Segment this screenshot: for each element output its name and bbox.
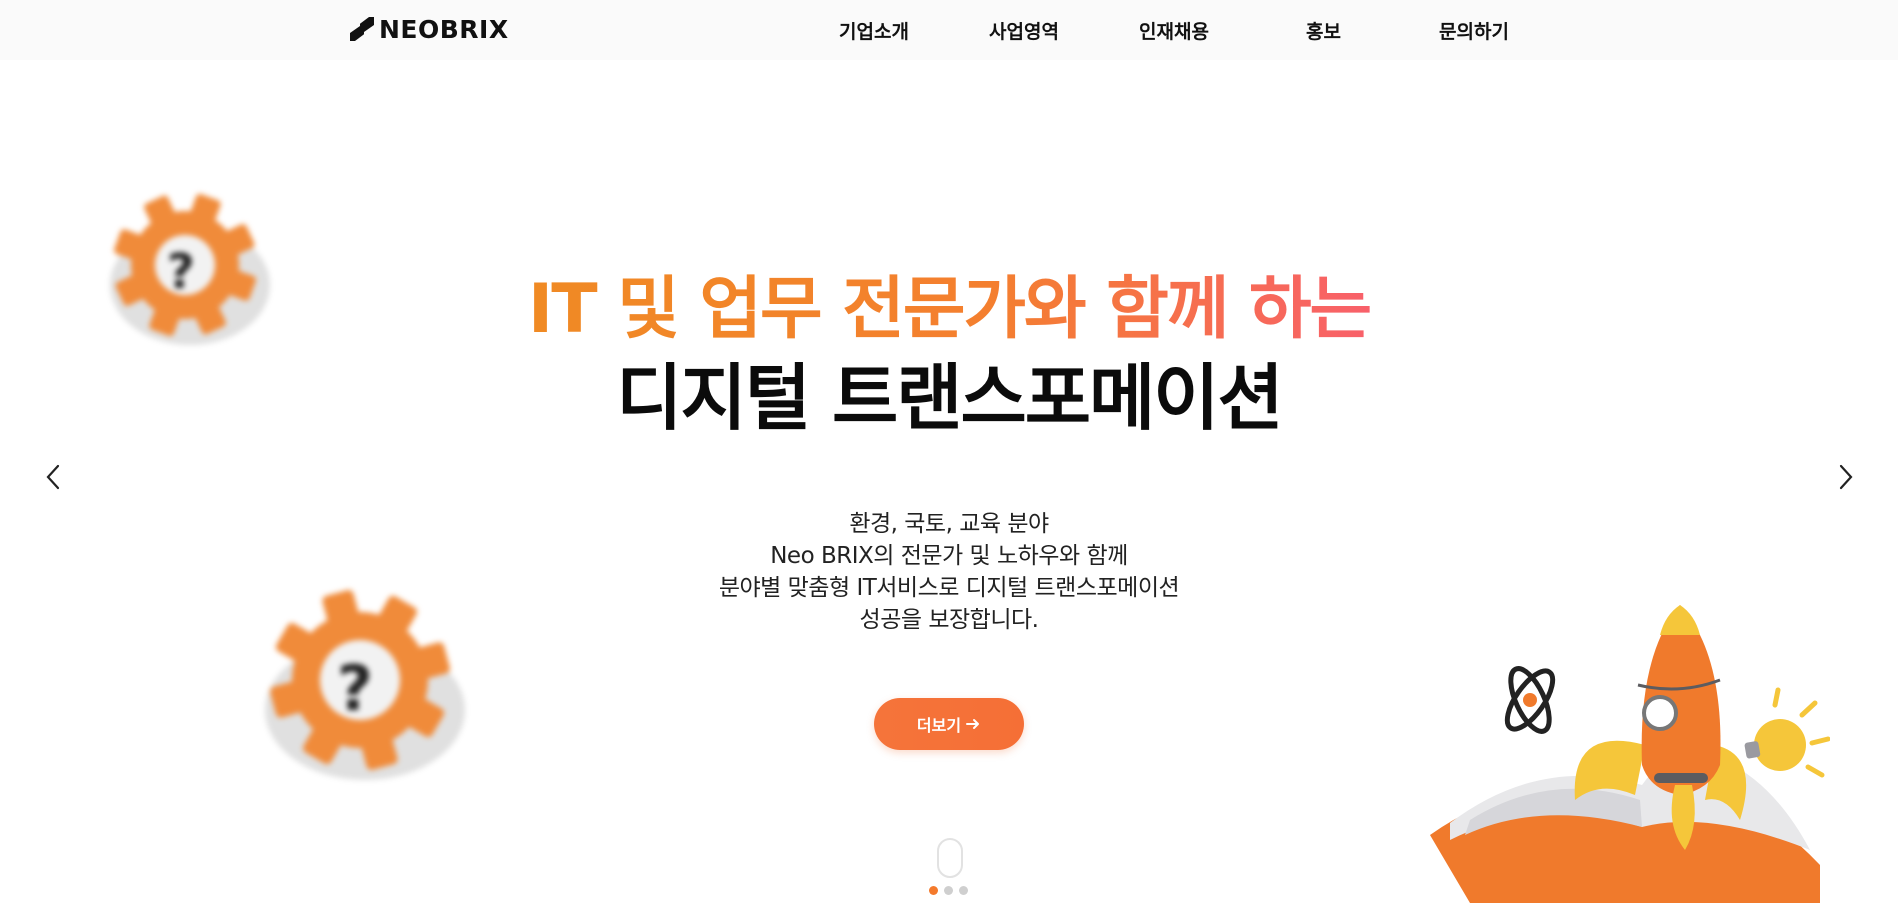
hero-description-line: 환경, 국토, 교육 분야 <box>849 511 1049 537</box>
logo-text: NEOBRIX <box>379 14 509 44</box>
slider-pagination <box>929 886 968 895</box>
hero-description-line: Neo BRIX의 전문가 및 노하우와 함께 <box>770 543 1128 569</box>
nav-item-contact[interactable]: 문의하기 <box>1439 17 1509 44</box>
mouse-scroll-icon <box>937 838 963 878</box>
hero-title-line1-text: IT 및 업무 전문가와 함께 하는 <box>527 270 1372 349</box>
prev-slide-button[interactable] <box>38 462 68 492</box>
more-button[interactable]: 더보기 <box>874 698 1024 750</box>
hero-title-line1: IT 및 업무 전문가와 함께 하는 <box>0 276 1898 344</box>
rocket-book-illustration <box>1430 605 1830 903</box>
arrow-right-icon <box>966 719 980 729</box>
hero-title-line2: 디지털 트랜스포메이션 <box>616 356 1283 440</box>
pagination-dot[interactable] <box>929 886 938 895</box>
svg-text:?: ? <box>337 652 373 725</box>
nav-item-business[interactable]: 사업영역 <box>989 17 1059 44</box>
site-header: NEOBRIX 기업소개 사업영역 인재채용 홍보 문의하기 <box>0 0 1898 60</box>
pagination-dot[interactable] <box>959 886 968 895</box>
nav-item-about[interactable]: 기업소개 <box>839 17 909 44</box>
chevron-left-icon <box>46 464 60 490</box>
nav-item-careers[interactable]: 인재채용 <box>1139 17 1209 44</box>
nav-item-pr[interactable]: 홍보 <box>1306 17 1341 44</box>
logo[interactable]: NEOBRIX <box>349 14 509 44</box>
pagination-dot[interactable] <box>944 886 953 895</box>
next-slide-button[interactable] <box>1831 462 1861 492</box>
logo-mark-icon <box>350 17 374 41</box>
more-button-label: 더보기 <box>916 716 962 735</box>
chevron-right-icon <box>1839 464 1853 490</box>
